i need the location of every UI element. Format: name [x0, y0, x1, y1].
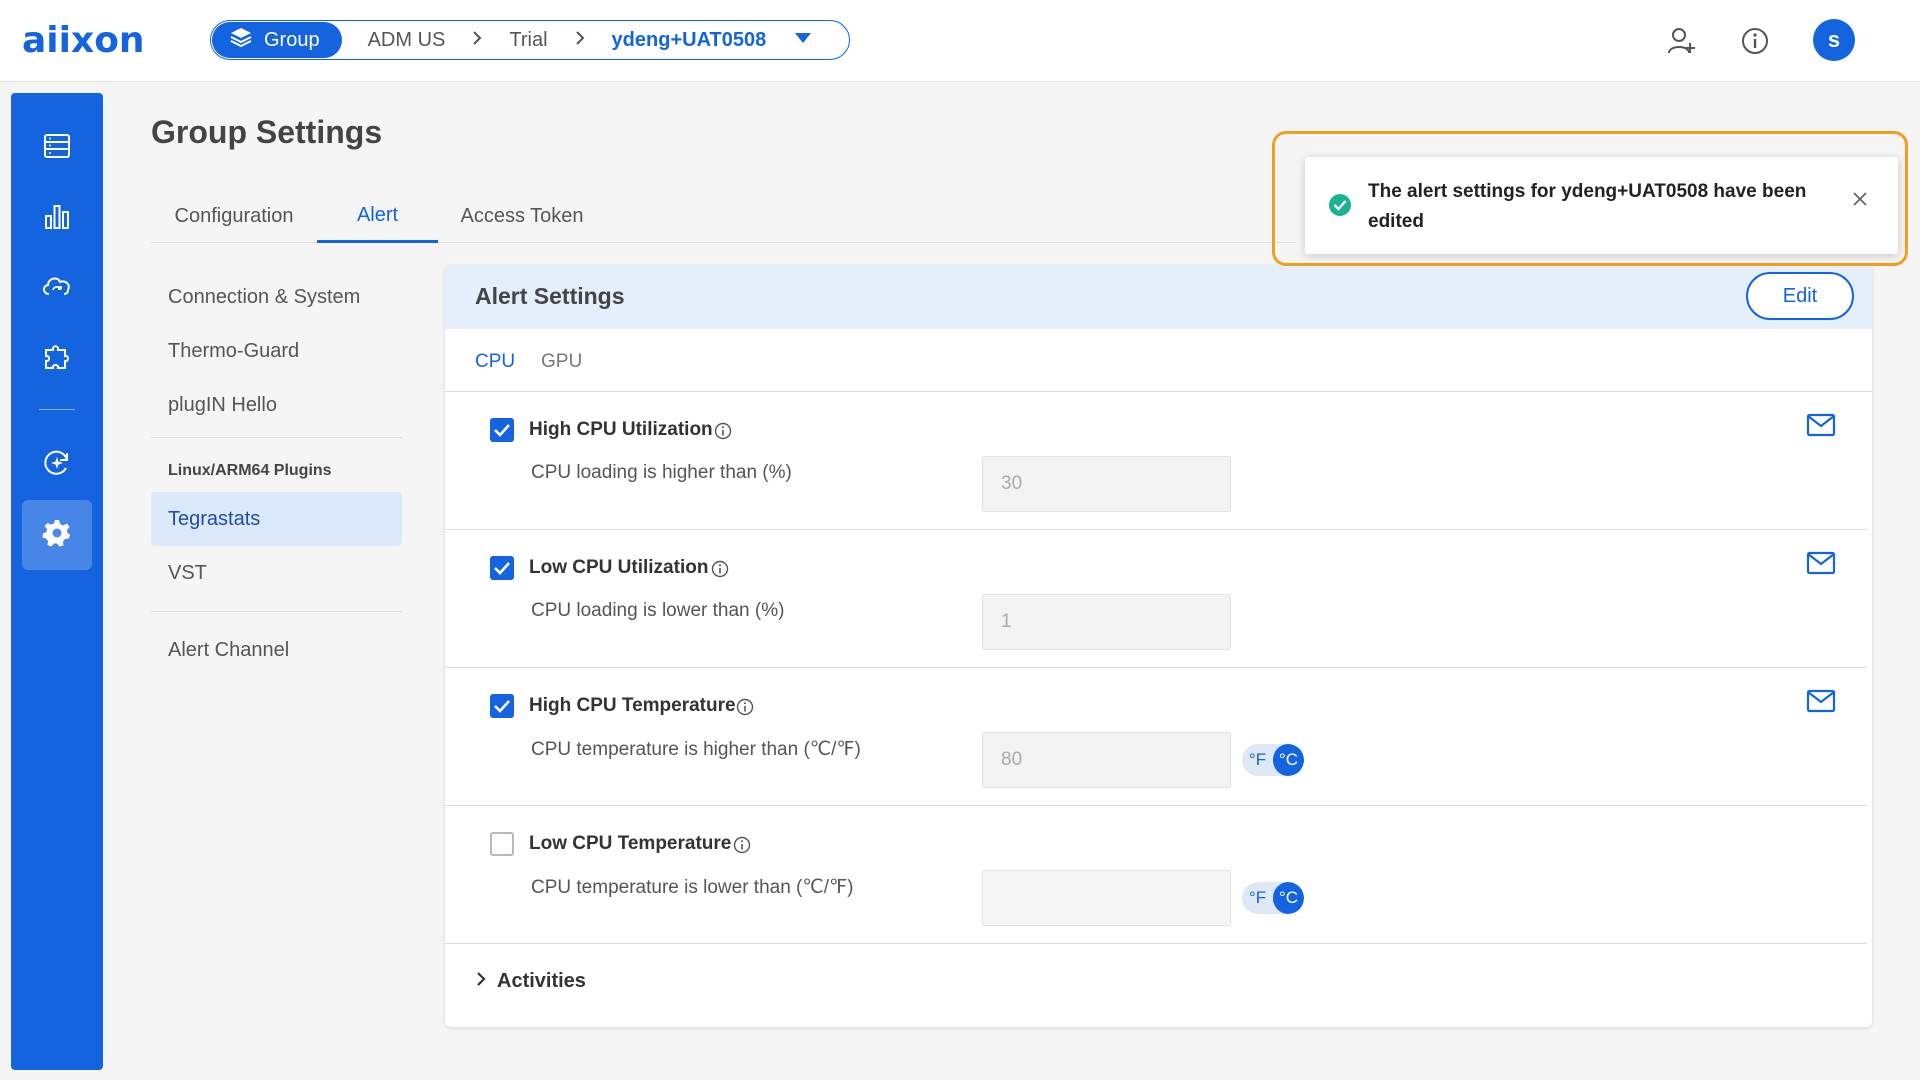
check-icon — [494, 562, 510, 575]
check-icon — [494, 700, 510, 713]
alert-settings-card: Alert Settings Edit CPU GPU High CPU Uti… — [445, 265, 1872, 1027]
tab-access-token[interactable]: Access Token — [438, 190, 606, 243]
chevron-right-icon — [475, 970, 487, 993]
rail-item-settings[interactable] — [22, 500, 92, 570]
mail-icon[interactable] — [1806, 689, 1836, 713]
threshold-input[interactable] — [982, 870, 1231, 926]
checkbox-high-cpu-utilization[interactable] — [490, 418, 514, 442]
edit-button[interactable]: Edit — [1746, 272, 1854, 320]
alert-row-high-cpu-temperature: High CPU Temperature CPU temperature is … — [445, 668, 1867, 806]
subnav-divider — [151, 611, 402, 612]
top-bar: aiixon Group ADM US Trial ydeng+UAT0508 … — [0, 0, 1920, 82]
subnav-divider — [151, 437, 402, 438]
unit-fahrenheit-option[interactable]: °F — [1242, 882, 1273, 914]
server-icon — [43, 133, 71, 164]
subnav-item-tegrastats[interactable]: Tegrastats — [151, 492, 402, 546]
checkbox-low-cpu-temperature[interactable] — [490, 832, 514, 856]
check-icon — [494, 424, 510, 437]
tab-configuration[interactable]: Configuration — [151, 190, 317, 243]
rail-item-updates[interactable] — [22, 430, 92, 500]
alert-row-label: High CPU Temperature — [529, 695, 736, 716]
refresh-star-icon — [42, 448, 72, 483]
add-user-icon[interactable] — [1665, 24, 1699, 58]
threshold-input[interactable]: 30 — [982, 456, 1231, 512]
gear-icon — [42, 518, 72, 553]
caret-down-icon[interactable] — [794, 31, 812, 49]
tab-alert[interactable]: Alert — [317, 190, 438, 243]
alert-row-high-cpu-utilization: High CPU Utilization CPU loading is high… — [445, 392, 1867, 530]
alert-row-label: Low CPU Utilization — [529, 557, 709, 578]
breadcrumb-item-adm-us[interactable]: ADM US — [368, 29, 446, 52]
info-icon[interactable] — [733, 836, 751, 854]
rail-item-cloud[interactable] — [22, 253, 92, 323]
alert-row-low-cpu-temperature: Low CPU Temperature CPU temperature is l… — [445, 806, 1867, 944]
rail-divider — [39, 409, 75, 410]
subtab-bar: CPU GPU — [445, 329, 1872, 392]
subnav-item-alert-channel[interactable]: Alert Channel — [151, 623, 402, 677]
card-title: Alert Settings — [475, 283, 625, 309]
activities-label: Activities — [497, 970, 586, 992]
side-rail — [11, 93, 103, 1070]
info-icon[interactable] — [736, 698, 754, 716]
checkbox-low-cpu-utilization[interactable] — [490, 556, 514, 580]
layers-icon — [230, 27, 252, 53]
breadcrumb-group-chip[interactable]: Group — [212, 22, 342, 58]
subnav-item-thermo-guard[interactable]: Thermo-Guard — [151, 324, 402, 378]
temperature-unit-toggle[interactable]: °F °C — [1242, 744, 1304, 776]
subtab-cpu[interactable]: CPU — [475, 351, 515, 373]
subnav-item-connection-system[interactable]: Connection & System — [151, 270, 402, 324]
bar-chart-icon — [43, 202, 71, 235]
success-check-icon — [1328, 193, 1352, 217]
page-title: Group Settings — [151, 114, 383, 150]
info-icon[interactable] — [714, 422, 732, 440]
rail-item-plugins[interactable] — [22, 323, 92, 393]
subnav-plugins-header: Linux/ARM64 Plugins — [168, 462, 332, 479]
breadcrumb: Group ADM US Trial ydeng+UAT0508 — [210, 20, 850, 60]
threshold-input[interactable]: 1 — [982, 594, 1231, 650]
chevron-right-icon — [471, 30, 483, 51]
threshold-input[interactable]: 80 — [982, 732, 1231, 788]
logo[interactable]: aiixon — [22, 20, 145, 61]
mail-icon[interactable] — [1806, 413, 1836, 437]
avatar[interactable]: s — [1813, 19, 1855, 61]
cloud-sync-icon — [40, 272, 74, 305]
tab-bar: Configuration Alert Access Token — [151, 190, 1296, 243]
subtab-gpu[interactable]: GPU — [541, 351, 582, 373]
breadcrumb-item-trial[interactable]: Trial — [509, 29, 547, 52]
unit-celsius-option[interactable]: °C — [1273, 744, 1304, 776]
activities-toggle[interactable]: Activities — [475, 970, 586, 993]
info-icon[interactable] — [711, 560, 729, 578]
breadcrumb-group-label: Group — [264, 28, 320, 51]
info-icon[interactable] — [1738, 24, 1772, 58]
toast-message: The alert settings for ydeng+UAT0508 hav… — [1368, 181, 1807, 232]
unit-fahrenheit-option[interactable]: °F — [1242, 744, 1273, 776]
breadcrumb-current[interactable]: ydeng+UAT0508 — [612, 29, 767, 52]
alert-row-description: CPU temperature is lower than (℃/℉) — [531, 877, 854, 898]
alert-row-label: Low CPU Temperature — [529, 833, 732, 854]
close-icon[interactable] — [1848, 187, 1872, 211]
success-toast: The alert settings for ydeng+UAT0508 hav… — [1305, 157, 1898, 254]
puzzle-icon — [42, 341, 72, 376]
chevron-right-icon — [574, 30, 586, 51]
alert-row-description: CPU loading is higher than (%) — [531, 462, 792, 483]
alert-row-description: CPU temperature is higher than (℃/℉) — [531, 739, 861, 760]
alert-row-description: CPU loading is lower than (%) — [531, 600, 785, 621]
alert-row-low-cpu-utilization: Low CPU Utilization CPU loading is lower… — [445, 530, 1867, 668]
temperature-unit-toggle[interactable]: °F °C — [1242, 882, 1304, 914]
alert-row-label: High CPU Utilization — [529, 419, 713, 440]
rail-item-dashboard[interactable] — [22, 183, 92, 253]
subnav-item-plugin-hello[interactable]: plugIN Hello — [151, 378, 402, 432]
unit-celsius-option[interactable]: °C — [1273, 882, 1304, 914]
checkbox-high-cpu-temperature[interactable] — [490, 694, 514, 718]
card-header: Alert Settings Edit — [445, 265, 1872, 329]
mail-icon[interactable] — [1806, 551, 1836, 575]
subnav-item-vst[interactable]: VST — [151, 546, 402, 600]
rail-item-devices[interactable] — [22, 113, 92, 183]
